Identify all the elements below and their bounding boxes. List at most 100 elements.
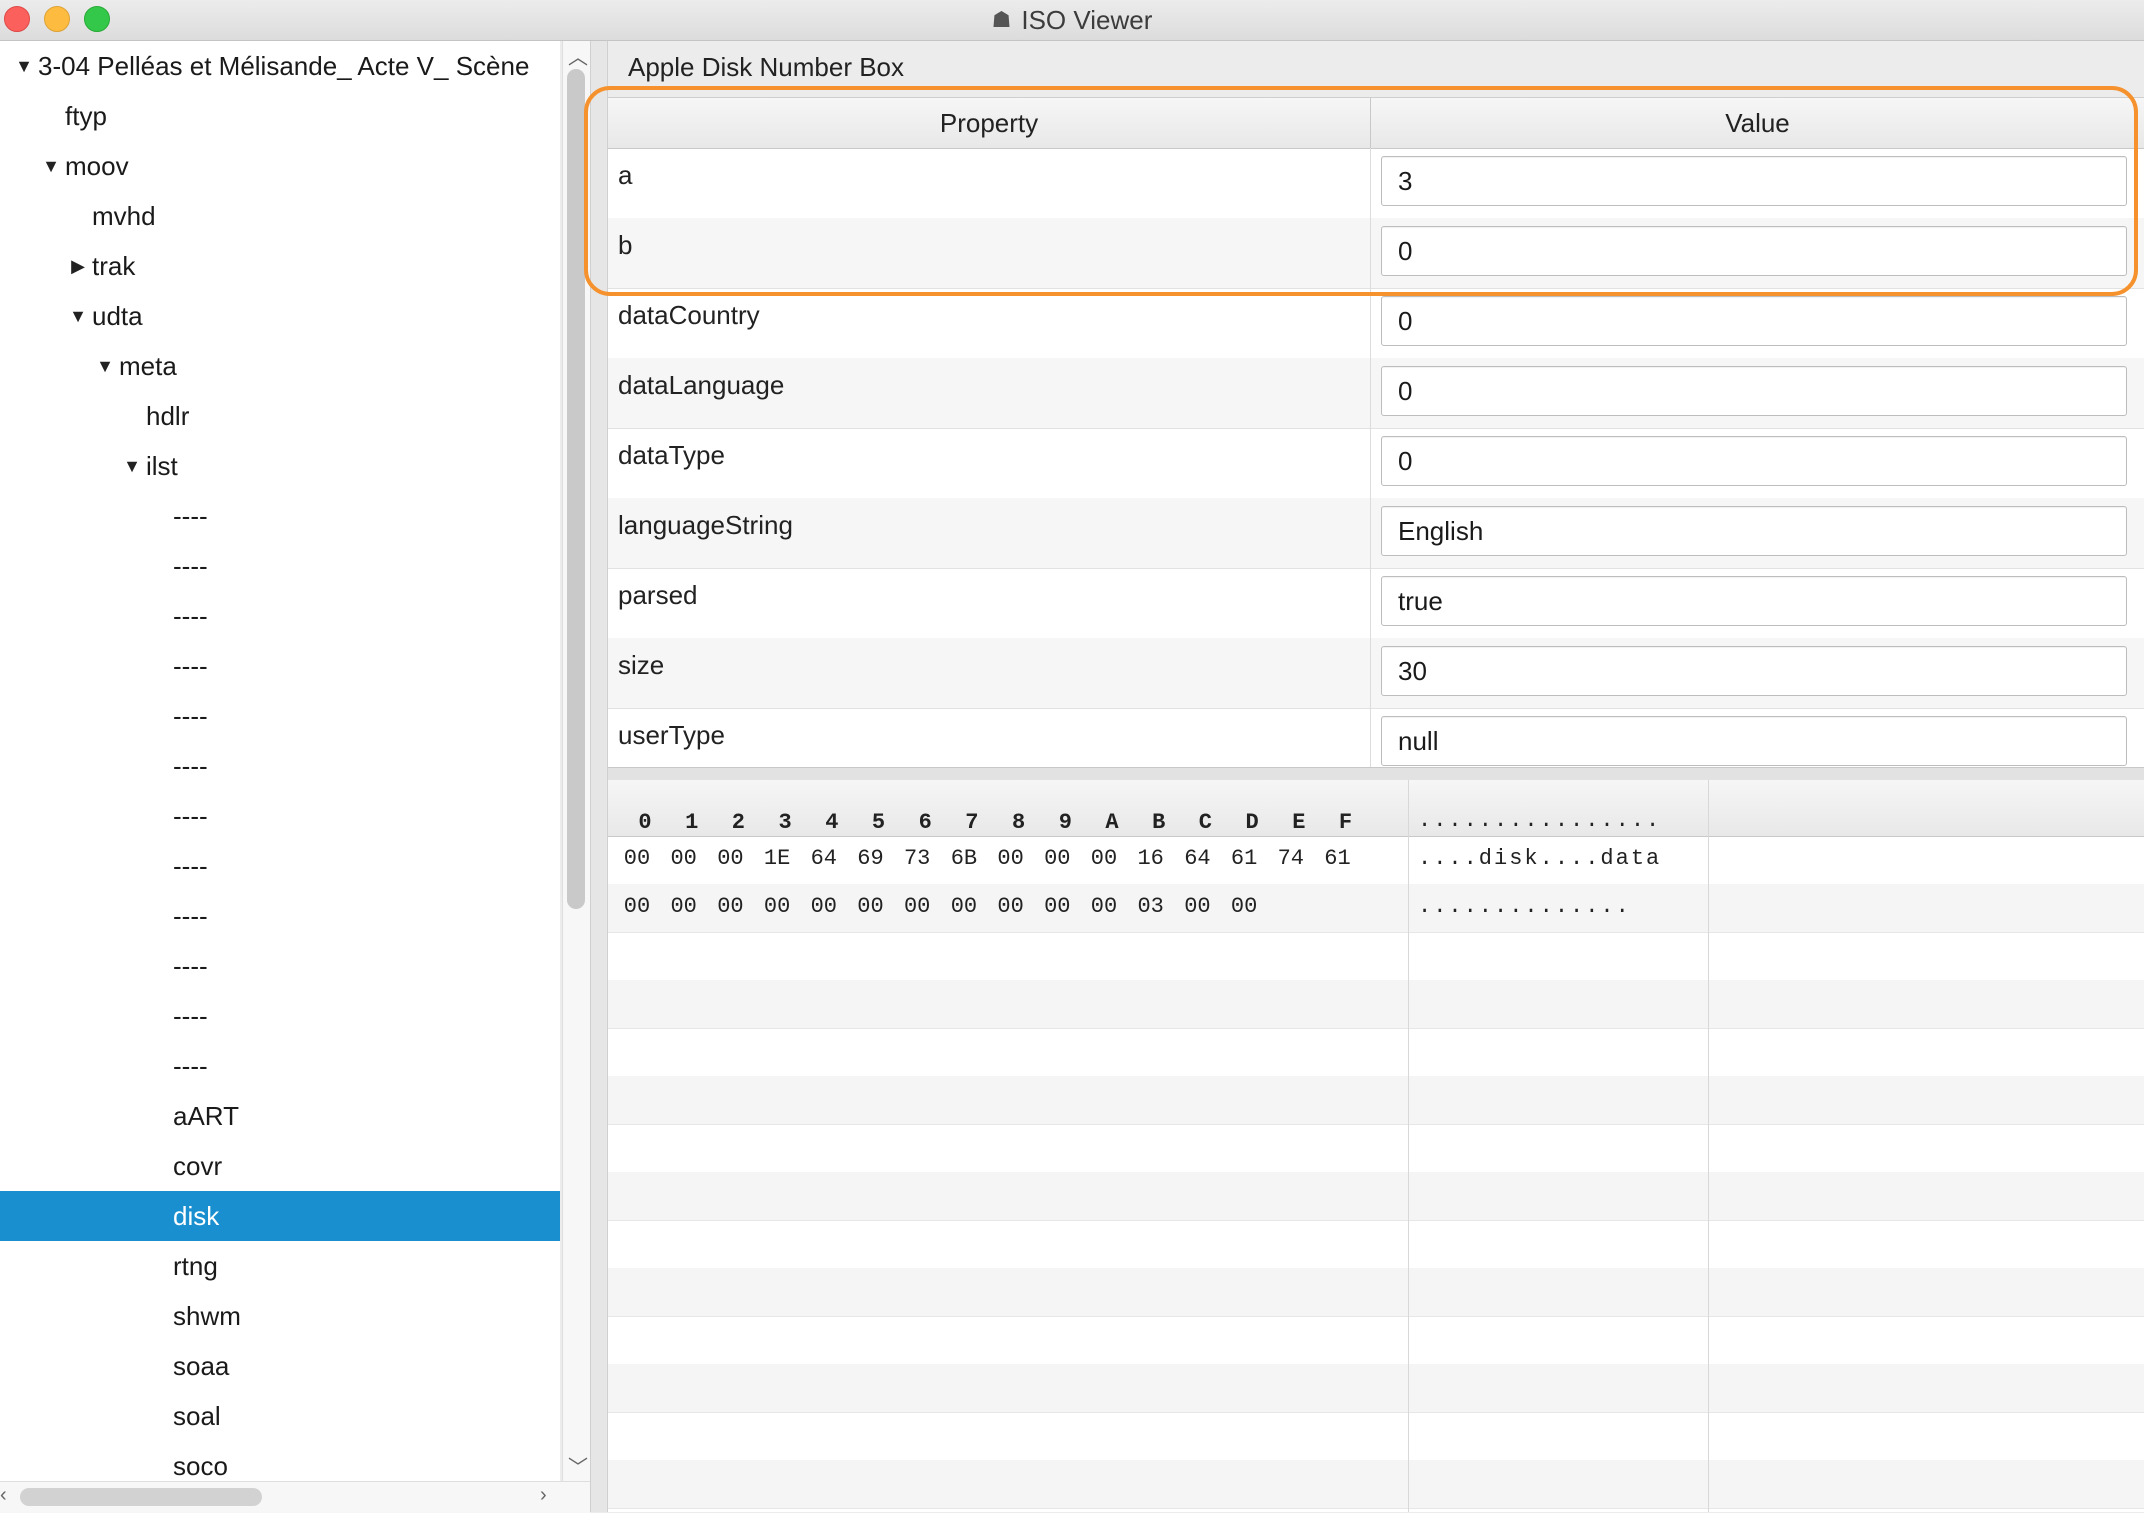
tree-item-unnamed[interactable]: ---- xyxy=(0,841,560,891)
tree-item-shwm[interactable]: shwm xyxy=(0,1291,560,1341)
hex-byte: 74 xyxy=(1277,846,1304,871)
tree-item-unnamed[interactable]: ---- xyxy=(0,541,560,591)
hex-row[interactable] xyxy=(608,1460,2144,1509)
hex-row[interactable] xyxy=(608,1316,2144,1365)
hex-row[interactable] xyxy=(608,1268,2144,1317)
hex-row[interactable] xyxy=(608,1124,2144,1173)
hex-row[interactable] xyxy=(608,932,2144,981)
scroll-left-icon[interactable]: ‹ xyxy=(0,1484,7,1507)
tree-item-trak[interactable]: ▶ trak xyxy=(0,241,560,291)
split-pane-divider[interactable] xyxy=(590,41,608,1512)
hex-byte: 64 xyxy=(1184,846,1211,871)
tree-item-label: moov xyxy=(65,151,129,181)
tree-item-unnamed[interactable]: ---- xyxy=(0,491,560,541)
value-column-header[interactable]: Value xyxy=(1371,98,2144,148)
tree-horizontal-scroll-thumb[interactable] xyxy=(20,1488,262,1506)
hex-row[interactable] xyxy=(608,1028,2144,1077)
disclosure-expanded-icon[interactable]: ▼ xyxy=(64,291,92,341)
tree-item-hdlr[interactable]: hdlr xyxy=(0,391,560,441)
tree-item-unnamed[interactable]: ---- xyxy=(0,741,560,791)
property-row-datalanguage: dataLanguage 0 xyxy=(608,358,2144,429)
property-value-field[interactable]: 0 xyxy=(1381,296,2127,346)
tree-item-unnamed[interactable]: ---- xyxy=(0,641,560,691)
hex-byte: 00 xyxy=(763,894,791,919)
tree-item-label: mvhd xyxy=(92,201,156,231)
column-separator xyxy=(1370,288,1371,358)
tree-item-label: ---- xyxy=(173,701,208,731)
hex-column-label: C xyxy=(1198,810,1212,835)
tree-vertical-scrollbar[interactable]: ︿ ﹀ xyxy=(562,41,591,1481)
tree-item-unnamed[interactable]: ---- xyxy=(0,891,560,941)
disclosure-expanded-icon[interactable]: ▼ xyxy=(10,41,38,91)
tree-vertical-scroll-thumb[interactable] xyxy=(567,69,585,909)
tree-item-unnamed[interactable]: ---- xyxy=(0,1041,560,1091)
tree-item-3-04[interactable]: ▼ 3-04 Pelléas et Mélisande_ Acte V_ Scèn… xyxy=(0,41,560,91)
property-value-field[interactable]: 0 xyxy=(1381,366,2127,416)
tree-item-label: ---- xyxy=(173,601,208,631)
tree-item-soal[interactable]: soal xyxy=(0,1391,560,1441)
property-column-header[interactable]: Property xyxy=(608,98,1371,148)
tree-item-unnamed[interactable]: ---- xyxy=(0,591,560,641)
hex-column-label: 8 xyxy=(1011,810,1026,835)
disclosure-collapsed-icon[interactable]: ▶ xyxy=(64,241,92,291)
hex-row[interactable] xyxy=(608,1220,2144,1269)
tree-item-mvhd[interactable]: mvhd xyxy=(0,191,560,241)
tree-item-moov[interactable]: ▼ moov xyxy=(0,141,560,191)
hex-row[interactable] xyxy=(608,1076,2144,1125)
tree-horizontal-scrollbar[interactable]: ‹ › xyxy=(0,1481,590,1513)
property-name: size xyxy=(618,650,665,680)
hex-column-label: E xyxy=(1292,810,1306,835)
property-value-field[interactable]: English xyxy=(1381,506,2127,556)
disclosure-expanded-icon[interactable]: ▼ xyxy=(118,441,146,491)
disclosure-expanded-icon[interactable]: ▼ xyxy=(91,341,119,391)
box-tree[interactable]: ▼ 3-04 Pelléas et Mélisande_ Acte V_ Scèn… xyxy=(0,41,560,1481)
hex-row[interactable] xyxy=(608,980,2144,1029)
tree-item-udta[interactable]: ▼ udta xyxy=(0,291,560,341)
hex-byte: 69 xyxy=(857,846,884,871)
tree-item-unnamed[interactable]: ---- xyxy=(0,991,560,1041)
hex-column-label: 6 xyxy=(918,810,932,835)
disclosure-expanded-icon[interactable]: ▼ xyxy=(37,141,65,191)
property-row-size: size 30 xyxy=(608,638,2144,709)
tree-item-soaa[interactable]: soaa xyxy=(0,1341,560,1391)
scroll-up-icon[interactable]: ︿ xyxy=(568,41,588,70)
property-value-field[interactable]: 30 xyxy=(1381,646,2127,696)
tree-item-unnamed[interactable]: ---- xyxy=(0,691,560,741)
tree-item-soco[interactable]: soco xyxy=(0,1441,560,1481)
tree-item-unnamed[interactable]: ---- xyxy=(0,791,560,841)
hex-byte: 00 xyxy=(1090,846,1118,871)
property-value-field[interactable]: null xyxy=(1381,716,2127,766)
tree-item-meta[interactable]: ▼ meta xyxy=(0,341,560,391)
scroll-right-icon[interactable]: › xyxy=(540,1484,547,1507)
tree-item-label: udta xyxy=(92,301,143,331)
box-title: Apple Disk Number Box xyxy=(628,52,904,82)
tree-item-label: hdlr xyxy=(146,401,190,431)
tree-item-ilst[interactable]: ▼ ilst xyxy=(0,441,560,491)
property-row-datatype: dataType 0 xyxy=(608,428,2144,499)
column-separator xyxy=(1370,218,1371,288)
hex-row[interactable]: 00 00 00 1E 64 69 73 6B 00 00 00 16 64 61 74 61 ....disk… xyxy=(608,836,2144,885)
hex-row[interactable]: 00 00 00 00 00 00 00 00 00 00 00 03 00 00............… xyxy=(608,884,2144,933)
property-value-field[interactable]: 0 xyxy=(1381,226,2127,276)
hex-row[interactable] xyxy=(608,1172,2144,1221)
tree-item-covr[interactable]: covr xyxy=(0,1141,560,1191)
tree-item-unnamed[interactable]: ---- xyxy=(0,941,560,991)
hex-row[interactable] xyxy=(608,1364,2144,1413)
tree-item-aart[interactable]: aART xyxy=(0,1091,560,1141)
hex-row[interactable] xyxy=(608,1412,2144,1461)
property-value-field[interactable]: 3 xyxy=(1381,156,2127,206)
hex-byte: 00 xyxy=(1184,894,1211,919)
tree-item-label: soal xyxy=(173,1401,221,1431)
tree-item-rtng[interactable]: rtng xyxy=(0,1241,560,1291)
hex-column-label: B xyxy=(1152,810,1166,835)
tree-item-ftyp[interactable]: ftyp xyxy=(0,91,560,141)
scroll-down-icon[interactable]: ﹀ xyxy=(568,1451,588,1480)
tree-item-label: meta xyxy=(119,351,177,381)
property-value-field[interactable]: 0 xyxy=(1381,436,2127,486)
property-value-field[interactable]: true xyxy=(1381,576,2127,626)
tree-item-disk[interactable]: disk xyxy=(0,1191,560,1241)
tree-item-label: ---- xyxy=(173,801,208,831)
hex-byte: 00 xyxy=(1090,894,1118,919)
detail-split-divider[interactable] xyxy=(608,767,2144,781)
tree-item-label: ---- xyxy=(173,851,208,881)
